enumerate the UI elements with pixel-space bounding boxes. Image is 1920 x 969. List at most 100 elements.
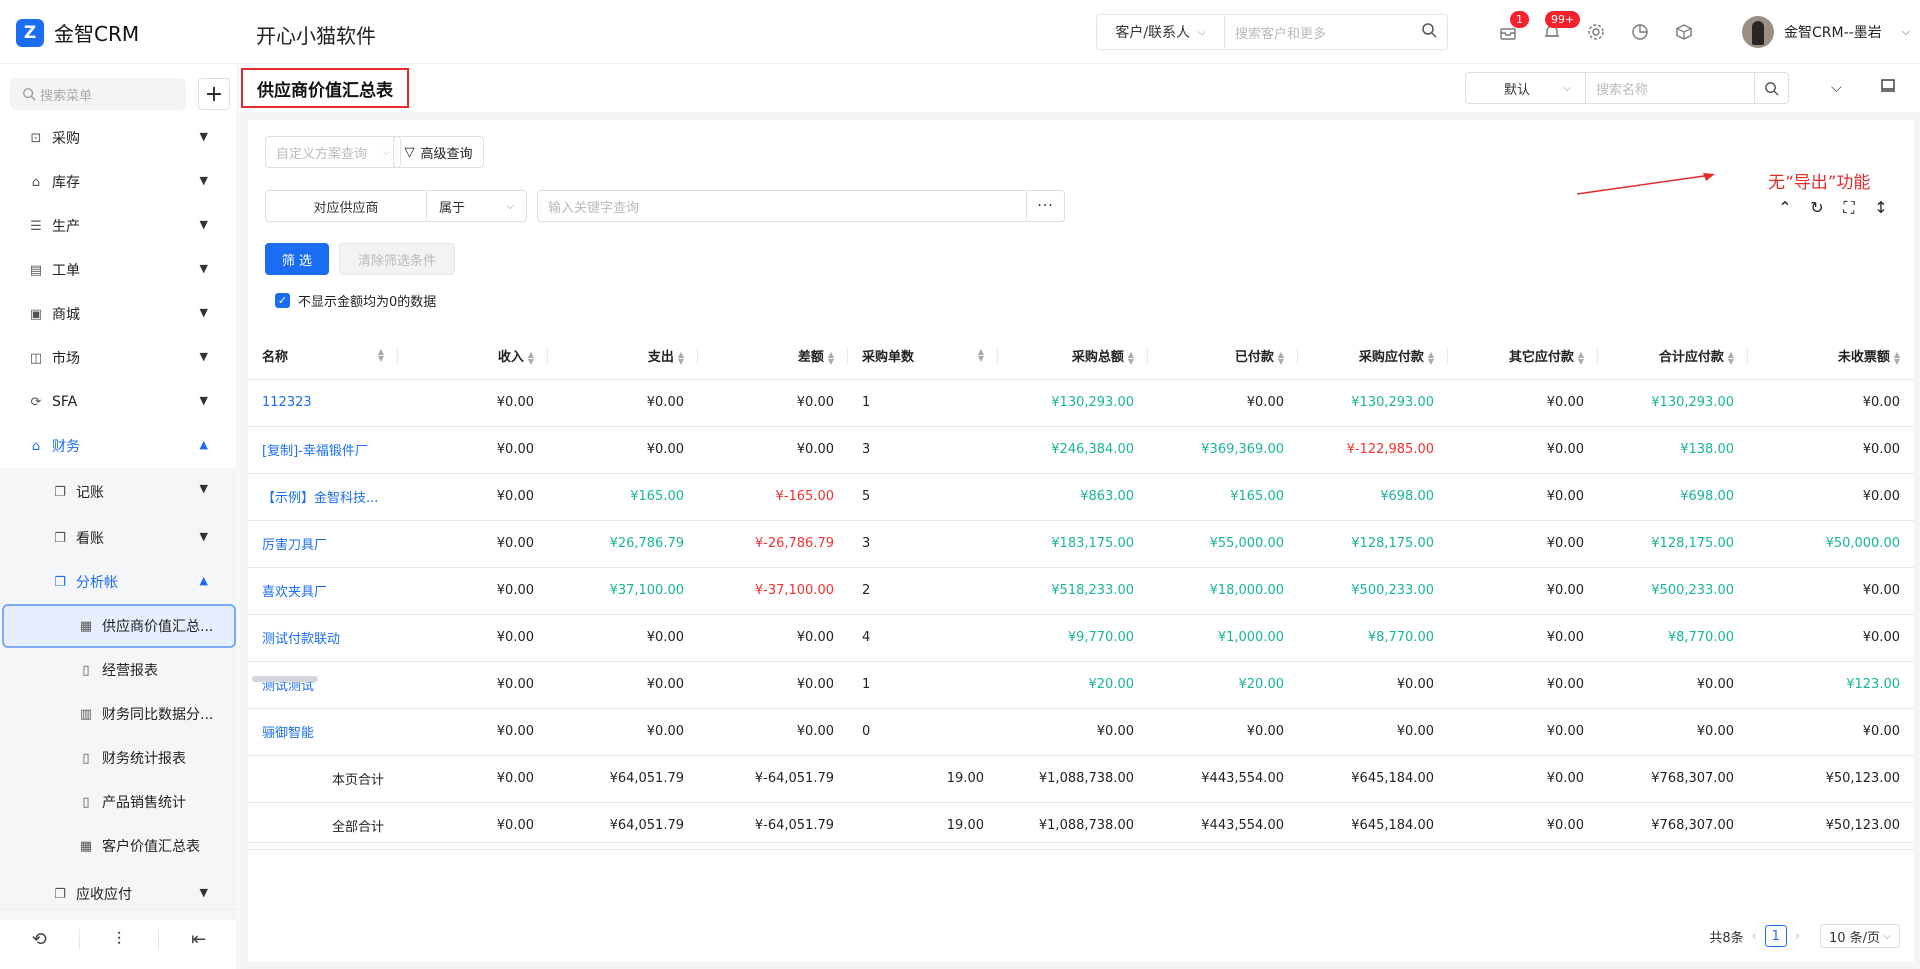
sidebar-item-purchase[interactable]: ⊡ 采购 ▼ bbox=[0, 116, 238, 160]
more-options-button[interactable]: ··· bbox=[1027, 190, 1065, 222]
table-cell: ¥130,293.00 bbox=[1298, 379, 1448, 427]
pie-chart-icon[interactable] bbox=[1628, 20, 1652, 44]
table-row: [复制]-幸福锻件厂 ¥0.00 ¥0.00 ¥0.00 3 ¥246,384.… bbox=[248, 426, 1914, 474]
search-scope-select[interactable]: 客户/联系人 ⌵ bbox=[1097, 15, 1225, 49]
table-row: 喜欢夹具厂 ¥0.00 ¥37,100.00 ¥-37,100.00 2 ¥51… bbox=[248, 567, 1914, 615]
menu-search-input[interactable]: 搜索菜单 bbox=[10, 78, 186, 110]
column-header[interactable]: 支出 ▲ ▼ bbox=[548, 333, 698, 380]
sidebar-item-business-report[interactable]: ▯ 经营报表 bbox=[0, 648, 238, 692]
column-header[interactable]: 采购应付款 ▲ ▼ bbox=[1298, 333, 1448, 380]
clear-filter-button[interactable]: 清除筛选条件 bbox=[339, 243, 455, 275]
table-cell: ¥0.00 bbox=[1148, 708, 1298, 756]
column-header[interactable]: 采购单数 ▲ ▼ bbox=[848, 333, 998, 380]
sidebar-item-inventory[interactable]: ⌂ 库存 ▼ bbox=[0, 160, 238, 204]
collapse-menu-icon[interactable]: ⇤ bbox=[159, 929, 238, 950]
bar-chart-icon: ▥ bbox=[79, 706, 93, 722]
sidebar-item-finance-stats[interactable]: ▯ 财务统计报表 bbox=[0, 736, 238, 780]
sidebar-item-shop[interactable]: ▣ 商城 ▼ bbox=[0, 292, 238, 336]
sidebar-item-bookkeeping[interactable]: ❐ 记账 ▼ bbox=[0, 468, 238, 516]
cube-icon[interactable] bbox=[1672, 20, 1696, 44]
add-button[interactable]: + bbox=[198, 78, 230, 110]
sidebar-item-label: 采购 bbox=[52, 131, 80, 147]
gear-icon[interactable] bbox=[1584, 20, 1608, 44]
next-page-icon[interactable]: › bbox=[1795, 929, 1800, 944]
supplier-link[interactable]: 厉害刀具厂 bbox=[248, 520, 398, 568]
column-header[interactable]: 名称 ▲ ▼ bbox=[248, 333, 398, 380]
column-header[interactable]: 收入 ▲ ▼ bbox=[398, 333, 548, 380]
hide-zero-checkbox[interactable]: ✓ 不显示金额均为0的数据 bbox=[275, 291, 436, 310]
table-row: 测试测试 ¥0.00 ¥0.00 ¥0.00 1 ¥20.00 ¥20.00 ¥… bbox=[248, 661, 1914, 709]
chevron-down-icon[interactable]: ⌵ bbox=[1831, 80, 1842, 96]
fullscreen-icon[interactable]: ⛶ bbox=[1840, 198, 1858, 218]
table-header-row: 名称 ▲ ▼ 收入 ▲ ▼ 支出 ▲ ▼ 差额 ▲ ▼ 采购单数 ▲ ▼ 采购总额 ▲ ▼ 已付款 ▲ ▼ … bbox=[248, 333, 1914, 380]
column-header[interactable]: 采购总额 ▲ ▼ bbox=[998, 333, 1148, 380]
custom-plan-select[interactable]: 自定义方案查询 ⌵ bbox=[265, 136, 401, 168]
name-search-input[interactable]: 搜索名称 bbox=[1586, 79, 1754, 98]
column-header[interactable]: 未收票额 ▲ ▼ bbox=[1748, 333, 1914, 380]
document-icon: ▯ bbox=[82, 750, 90, 766]
table-cell: ¥0.00 bbox=[1448, 520, 1598, 568]
table-cell: ¥768,307.00 bbox=[1598, 755, 1748, 803]
table-cell: ¥0.00 bbox=[1448, 567, 1598, 615]
search-icon[interactable] bbox=[1411, 22, 1447, 42]
prev-page-icon[interactable]: ‹ bbox=[1752, 929, 1757, 944]
sidebar-item-view-accounts[interactable]: ❐ 看账 ▼ bbox=[0, 516, 238, 560]
collapse-up-icon[interactable]: ⌃ bbox=[1776, 198, 1794, 218]
monitor-icon[interactable] bbox=[1880, 78, 1896, 98]
sidebar-item-sfa[interactable]: ⟳ SFA ▼ bbox=[0, 380, 238, 424]
sliders-icon[interactable]: ⫶ bbox=[80, 929, 160, 950]
table-row: 112323 ¥0.00 ¥0.00 ¥0.00 1 ¥130,293.00 ¥… bbox=[248, 379, 1914, 427]
table-cell: ¥0.00 bbox=[398, 520, 548, 568]
sidebar-item-label: 应收应付 bbox=[76, 887, 132, 903]
sidebar-item-supplier-value[interactable]: ▦ 供应商价值汇总... bbox=[2, 604, 236, 648]
sidebar-item-analysis[interactable]: ❐ 分析帐 ▲ bbox=[0, 560, 238, 604]
table-row: 骊御智能 ¥0.00 ¥0.00 ¥0.00 0 ¥0.00 ¥0.00 ¥0.… bbox=[248, 708, 1914, 756]
top-bar: Z 金智CRM 开心小猫软件 客户/联系人 ⌵ 搜索客户和更多 1 99+ 金智C… bbox=[0, 0, 1920, 64]
supplier-link[interactable]: 112323 bbox=[248, 379, 398, 427]
sort-icon: ▲ ▼ bbox=[1427, 349, 1434, 366]
sidebar-item-customer-value[interactable]: ▦ 客户价值汇总表 bbox=[0, 824, 238, 868]
column-header[interactable]: 已付款 ▲ ▼ bbox=[1148, 333, 1298, 380]
table-cell: ¥123.00 bbox=[1748, 661, 1914, 709]
search-icon bbox=[23, 88, 36, 101]
sidebar-item-yoy-analysis[interactable]: ▥ 财务同比数据分... bbox=[0, 692, 238, 736]
row-height-icon[interactable]: ↕ bbox=[1872, 198, 1890, 218]
sidebar-item-production[interactable]: ☰ 生产 ▼ bbox=[0, 204, 238, 248]
user-menu[interactable]: 金智CRM--墨岩 ⌵ bbox=[1742, 16, 1910, 48]
sidebar-item-market[interactable]: ◫ 市场 ▼ bbox=[0, 336, 238, 380]
filter-button[interactable]: 筛 选 bbox=[265, 243, 329, 275]
condition-operator-select[interactable]: 属于 ⌵ bbox=[427, 190, 527, 222]
sidebar-item-finance[interactable]: ⌂ 财务 ▲ bbox=[0, 424, 238, 468]
keyword-input[interactable]: 输入关键字查询 bbox=[537, 190, 1027, 222]
chevron-up-icon: ▲ bbox=[199, 438, 208, 451]
supplier-link[interactable]: 骊御智能 bbox=[248, 708, 398, 756]
column-header[interactable]: 合计应付款 ▲ ▼ bbox=[1598, 333, 1748, 380]
supplier-link[interactable]: 喜欢夹具厂 bbox=[248, 567, 398, 615]
refresh-icon[interactable]: ↻ bbox=[1808, 198, 1826, 218]
column-header[interactable]: 其它应付款 ▲ ▼ bbox=[1448, 333, 1598, 380]
column-label: 差额 bbox=[797, 350, 824, 366]
table-toolbar: ⌃ ↻ ⛶ ↕ bbox=[1776, 198, 1890, 218]
supplier-link[interactable]: [复制]-幸福锻件厂 bbox=[248, 426, 398, 474]
search-icon[interactable] bbox=[1754, 73, 1788, 103]
advanced-query-button[interactable]: ▽ 高级查询 bbox=[393, 136, 484, 168]
global-search-input[interactable]: 搜索客户和更多 bbox=[1225, 23, 1411, 42]
chevron-down-icon: ▼ bbox=[199, 262, 208, 275]
horizontal-scrollbar[interactable] bbox=[252, 676, 318, 682]
supplier-link[interactable]: 【示例】金智科技... bbox=[248, 473, 398, 521]
supplier-link[interactable]: 测试测试 bbox=[248, 661, 398, 709]
brand-logo[interactable]: Z 金智CRM bbox=[16, 18, 139, 47]
supplier-link[interactable]: 测试付款联动 bbox=[248, 614, 398, 662]
table-cell: ¥0.00 bbox=[1448, 614, 1598, 662]
condition-field-select[interactable]: 对应供应商 bbox=[265, 190, 427, 222]
column-header[interactable]: 差额 ▲ ▼ bbox=[698, 333, 848, 380]
sidebar-item-product-sales[interactable]: ▯ 产品销售统计 bbox=[0, 780, 238, 824]
table-cell: ¥8,770.00 bbox=[1298, 614, 1448, 662]
page-number[interactable]: 1 bbox=[1764, 925, 1787, 947]
view-select[interactable]: 默认 ⌵ bbox=[1466, 73, 1586, 103]
copy-icon: ❐ bbox=[54, 484, 66, 500]
table-cell: ¥0.00 bbox=[1298, 661, 1448, 709]
sidebar-item-ticket[interactable]: ▤ 工单 ▼ bbox=[0, 248, 238, 292]
page-size-select[interactable]: 10 条/页 ⌵ bbox=[1820, 924, 1900, 948]
history-icon[interactable]: ⟲ bbox=[0, 929, 80, 950]
